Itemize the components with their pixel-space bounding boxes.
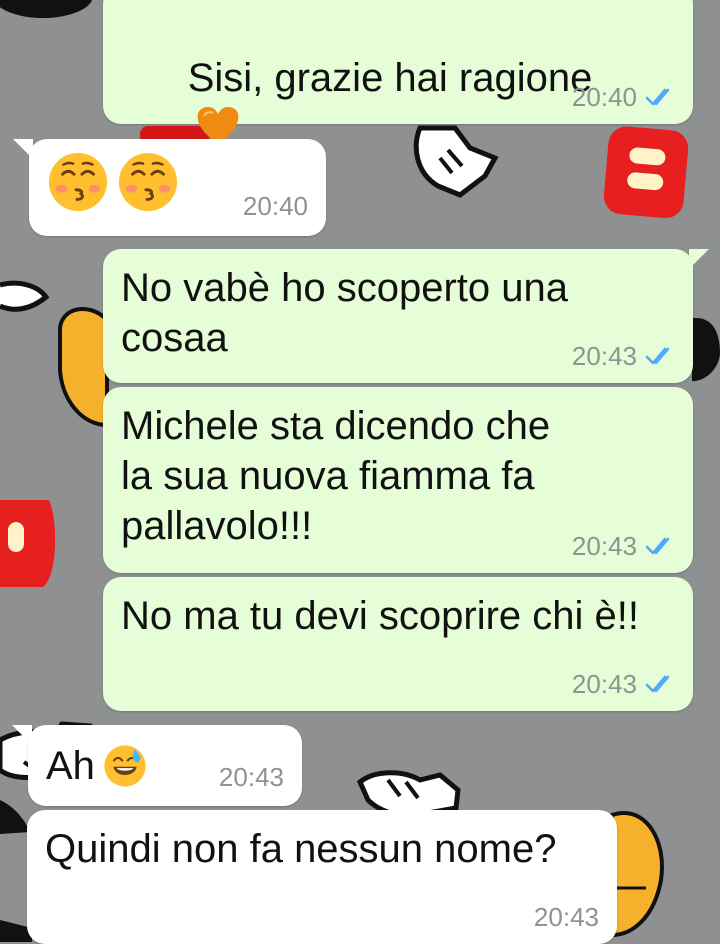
message-text: Quindi non fa nessun nome? [45,827,557,871]
double-check-icon [645,347,670,365]
message-meta: 20:43 [572,669,675,699]
message-text-content: Sisi, grazie hai ragione [187,56,593,100]
message-text: No vabè ho scoperto una cosaa [121,266,580,360]
message-time: 20:43 [533,902,599,932]
message-content: Ah [46,741,147,791]
bubble-tail [12,725,32,745]
message-bubble-incoming[interactable]: 20:40 [13,139,326,236]
message-bubble-outgoing[interactable]: No ma tu devi scoprire chi è!! 20:43 [103,577,693,711]
message-time: 20:43 [571,341,637,371]
message-time: 20:43 [571,669,637,699]
message-meta: 20:43 [572,341,675,371]
message-time: 20:43 [218,762,284,792]
message-bubble-outgoing[interactable]: No vabè ho scoperto una cosaa 20:43 [103,249,709,383]
message-meta: 20:40 [572,82,675,112]
kissing-face-with-closed-eyes-icon [48,152,108,212]
chat-thread: Sisi, grazie hai ragione 20:40 20:40 No … [0,0,720,944]
message-bubble-outgoing[interactable]: Sisi, grazie hai ragione 20:40 [103,0,693,145]
message-meta: 20:40 [243,191,308,221]
message-time: 20:43 [571,531,637,561]
message-time: 20:40 [571,82,637,112]
double-check-icon [645,88,670,106]
message-time: 20:40 [242,191,308,221]
message-meta: 20:43 [572,531,675,561]
bubble-tail [13,139,33,159]
double-check-icon [645,537,670,555]
message-bubble-outgoing[interactable]: Michele sta dicendo che la sua nuova fia… [103,387,693,573]
message-text: No ma tu devi scoprire chi è!! [121,594,639,638]
kissing-face-with-closed-eyes-icon [118,152,178,212]
message-meta: 20:43 [534,902,599,932]
message-meta: 20:43 [219,762,284,792]
emoji-row [47,151,179,213]
double-check-icon [645,675,670,693]
message-bubble-incoming[interactable]: Ah 20:43 [12,725,302,806]
message-bubble-incoming[interactable]: Quindi non fa nessun nome? 20:43 [27,810,617,944]
message-text: Ah [46,744,95,788]
bubble-tail [689,249,709,269]
grinning-face-with-sweat-icon [104,745,146,787]
message-text: Michele sta dicendo che la sua nuova fia… [121,404,562,548]
